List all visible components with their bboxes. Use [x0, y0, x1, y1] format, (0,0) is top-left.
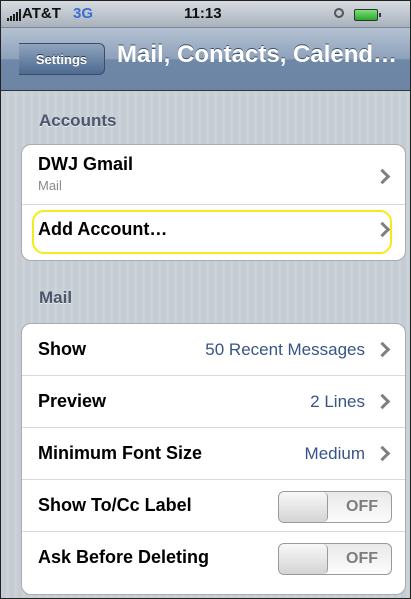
preview-row[interactable]: Preview 2 Lines: [22, 376, 405, 428]
orientation-lock-icon: [334, 8, 344, 18]
show-value: 50 Recent Messages: [205, 340, 365, 359]
minimum-font-size-row[interactable]: Minimum Font Size Medium: [22, 428, 405, 480]
signal-icon: [7, 9, 21, 21]
chevron-right-icon: [374, 341, 391, 358]
toggle-knob: [279, 544, 328, 574]
mail-header: Mail: [39, 288, 73, 307]
chevron-right-icon: [374, 168, 391, 185]
navigation-bar: Settings Mail, Contacts, Calend…: [1, 28, 410, 91]
account-row-dwj-gmail[interactable]: DWJ Gmail Mail: [22, 145, 405, 205]
show-to-cc-toggle[interactable]: OFF: [278, 491, 392, 523]
accounts-header: Accounts: [39, 111, 117, 130]
ask-before-deleting-toggle[interactable]: OFF: [278, 543, 392, 575]
status-bar: AT&T 3G 11:13: [1, 1, 410, 28]
minimum-font-size-value: Medium: [304, 444, 365, 463]
carrier-label: AT&T: [22, 5, 61, 22]
battery-icon: [354, 9, 381, 21]
show-to-cc-row: Show To/Cc Label OFF: [22, 480, 405, 532]
add-account-label: Add Account…: [38, 219, 168, 239]
account-name: DWJ Gmail: [38, 154, 134, 174]
ask-before-deleting-label: Ask Before Deleting: [38, 547, 210, 567]
show-to-cc-label: Show To/Cc Label: [38, 495, 192, 515]
settings-screen: AT&T 3G 11:13 Settings Mail, Contacts, C…: [0, 0, 411, 599]
settings-back-button[interactable]: Settings: [19, 43, 105, 75]
show-label: Show: [38, 339, 86, 359]
minimum-font-size-label: Minimum Font Size: [38, 443, 202, 463]
network-label: 3G: [73, 5, 94, 22]
toggle-state: OFF: [346, 498, 378, 515]
status-time: 11:13: [184, 5, 222, 22]
toggle-state: OFF: [346, 550, 378, 567]
page-title: Mail, Contacts, Calend…: [117, 41, 398, 68]
preview-label: Preview: [38, 391, 107, 411]
show-row[interactable]: Show 50 Recent Messages: [22, 324, 405, 376]
preview-value: 2 Lines: [310, 392, 365, 411]
toggle-knob: [279, 492, 328, 522]
chevron-right-icon: [374, 393, 391, 410]
ask-before-deleting-row: Ask Before Deleting OFF: [22, 532, 405, 584]
accounts-group: DWJ Gmail Mail Add Account…: [21, 144, 406, 261]
back-button-label: Settings: [35, 52, 88, 67]
chevron-right-icon: [374, 445, 391, 462]
account-type: Mail: [38, 178, 62, 193]
mail-group: Show 50 Recent Messages Preview 2 Lines …: [21, 323, 406, 595]
add-account-row[interactable]: Add Account…: [22, 205, 405, 257]
